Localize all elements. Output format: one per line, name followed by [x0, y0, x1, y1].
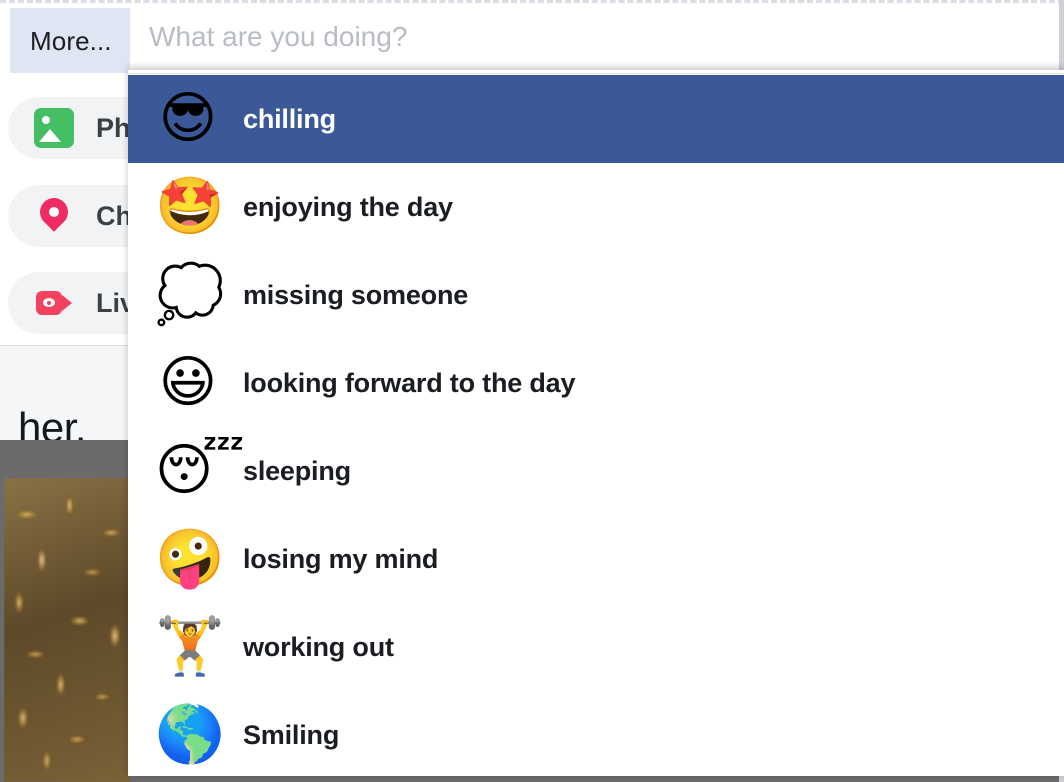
sunglasses-face-emoji: 😎 — [158, 86, 218, 151]
bees-photo-image — [4, 478, 130, 782]
activity-suggestion-item[interactable]: 😃 looking forward to the day — [128, 339, 1064, 427]
screen: More... Photo Check in Live video her. — [0, 0, 1064, 782]
search-input[interactable] — [133, 21, 1033, 53]
activity-suggestion-label: sleeping — [243, 455, 351, 486]
activity-suggestion-item[interactable]: 🌎 Smiling — [128, 691, 1064, 776]
dropdown-top-divider — [128, 70, 1064, 74]
activity-suggestion-label: looking forward to the day — [243, 367, 576, 398]
grinning-big-eyes-emoji: 😃 — [158, 350, 218, 415]
attachment-photo[interactable] — [4, 478, 130, 782]
activity-suggestion-item[interactable]: 🤩 enjoying the day — [128, 163, 1064, 251]
activity-suggestion-item[interactable]: 🏋 working out — [128, 603, 1064, 691]
live-video-icon — [34, 283, 74, 323]
activity-suggestion-label: losing my mind — [243, 543, 439, 574]
activity-search-field[interactable] — [133, 8, 1033, 66]
star-struck-emoji: 🤩 — [155, 174, 225, 239]
activity-suggestion-item[interactable]: 🤪 losing my mind — [128, 515, 1064, 603]
more-button-label: More... — [30, 26, 112, 56]
activity-suggestion-label: missing someone — [243, 279, 469, 310]
activity-suggestion-label: Smiling — [243, 719, 340, 750]
activity-suggestions-dropdown[interactable]: 😎 chilling 🤩 enjoying the day 💭 missing someo… — [128, 70, 1064, 776]
activity-suggestion-item[interactable]: 😎 chilling — [128, 75, 1064, 163]
live-video-eye-icon — [43, 298, 55, 307]
activity-suggestion-list[interactable]: 😎 chilling 🤩 enjoying the day 💭 missing someo… — [128, 75, 1064, 776]
sleeping-face-emoji: 😴 — [155, 438, 245, 503]
dialog-dashed-border — [0, 0, 1064, 3]
dumbbell-emoji: 🏋 — [155, 614, 225, 679]
location-pin-icon — [34, 196, 74, 236]
activity-suggestion-item[interactable]: 😴 sleeping — [128, 427, 1064, 515]
activity-suggestion-label: chilling — [243, 103, 336, 134]
activity-suggestion-label: working out — [243, 631, 394, 662]
thought-balloon-emoji: 💭 — [155, 262, 225, 327]
zany-face-emoji: 🤪 — [155, 526, 225, 591]
activity-suggestion-label: enjoying the day — [243, 191, 453, 222]
photo-icon — [34, 108, 74, 148]
activity-suggestion-item[interactable]: 💭 missing someone — [128, 251, 1064, 339]
smiling-globe-emoji: 🌎 — [155, 702, 225, 767]
